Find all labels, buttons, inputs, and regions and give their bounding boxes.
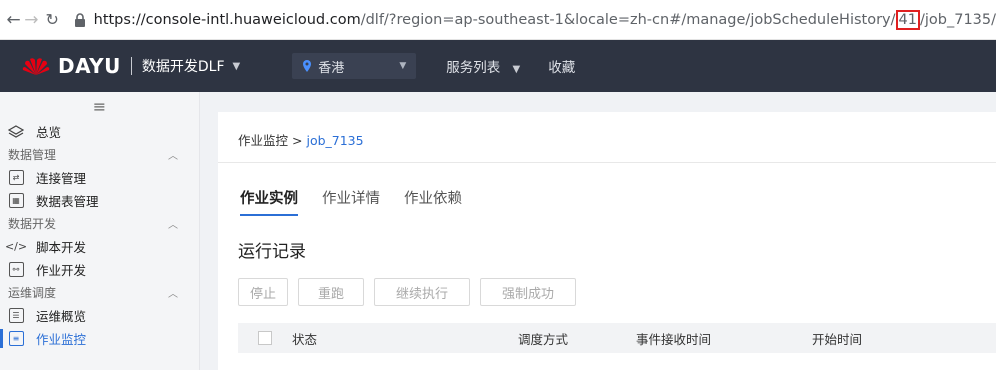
monitor-icon: ≡ [8, 331, 24, 347]
sidebar-item-label: 总览 [36, 125, 62, 140]
back-arrow-icon[interactable]: ← [6, 9, 21, 31]
sidebar-item-table-management[interactable]: ▦ 数据表管理 [0, 189, 199, 212]
product-switcher[interactable]: 数据开发DLF [142, 56, 225, 76]
list-icon: ☰ [8, 308, 24, 324]
chevron-up-icon: ︿ [168, 289, 178, 300]
region-label: 香港 [318, 60, 345, 76]
rerun-button[interactable]: 重跑 [298, 278, 364, 306]
sidebar-item-label: 连接管理 [36, 171, 87, 186]
sidebar-group-label: 数据管理 [8, 148, 57, 162]
url-host: https://console-intl.huaweicloud.com [93, 11, 361, 28]
column-header-schedule-mode[interactable]: 调度方式 [518, 329, 636, 348]
tab-bar: 作业实例 作业详情 作业依赖 [240, 187, 462, 216]
browser-url-bar: ← → ↻ https://console-intl.huaweicloud.c… [0, 0, 996, 40]
sidebar: ≡ 总览 数据管理 ︿ ⇄ 连接管理 ▦ 数据表管理 数据开发 ︿ </> 脚本… [0, 92, 200, 370]
huawei-logo-icon [22, 58, 50, 75]
sidebar-item-overview[interactable]: 总览 [0, 120, 199, 143]
tab-job-instances[interactable]: 作业实例 [240, 187, 298, 216]
action-toolbar: 停止 重跑 继续执行 强制成功 [238, 278, 576, 306]
sidebar-group-data-management[interactable]: 数据管理 ︿ [0, 143, 199, 166]
tab-job-details[interactable]: 作业详情 [322, 187, 380, 216]
sidebar-item-ops-overview[interactable]: ☰ 运维概览 [0, 304, 199, 327]
workflow-icon: ⚯ [8, 262, 24, 278]
address-field[interactable]: https://console-intl.huaweicloud.com/dlf… [74, 9, 996, 30]
sidebar-item-connection-management[interactable]: ⇄ 连接管理 [0, 166, 199, 189]
section-title: 运行记录 [238, 242, 306, 262]
chevron-down-icon[interactable]: ▼ [233, 61, 241, 72]
breadcrumb-parent-link[interactable]: 作业监控 [238, 133, 288, 148]
brand-divider [130, 57, 132, 75]
chevron-down-icon: ▼ [512, 64, 521, 75]
forward-arrow-icon[interactable]: → [24, 9, 39, 31]
sidebar-item-job-development[interactable]: ⚯ 作业开发 [0, 258, 199, 281]
chevron-down-icon: ▼ [399, 61, 407, 71]
select-all-checkbox[interactable] [258, 331, 272, 345]
chevron-up-icon: ︿ [168, 151, 178, 162]
breadcrumb-current: job_7135 [306, 133, 364, 148]
url-path-tail: /job_7135/ [919, 11, 996, 28]
content-card: 作业监控 > job_7135 作业实例 作业详情 作业依赖 运行记录 停止 重… [218, 112, 996, 370]
breadcrumb-separator: > [292, 133, 303, 148]
top-app-bar: DAYU 数据开发DLF ▼ 香港 ▼ 服务列表 ▼ 收藏 [0, 40, 996, 92]
url-highlight-box: 41 [895, 9, 920, 30]
sidebar-group-ops-scheduling[interactable]: 运维调度 ︿ [0, 281, 199, 304]
sidebar-item-label: 运维概览 [36, 309, 87, 324]
sidebar-group-label: 数据开发 [8, 217, 57, 231]
tab-job-dependencies[interactable]: 作业依赖 [404, 187, 462, 216]
services-menu[interactable]: 服务列表 ▼ [446, 56, 520, 76]
column-header-status[interactable]: 状态 [292, 329, 518, 348]
continue-button[interactable]: 继续执行 [374, 278, 470, 306]
reload-icon[interactable]: ↻ [45, 9, 60, 31]
menu-toggle-icon[interactable]: ≡ [0, 92, 199, 120]
force-success-button[interactable]: 强制成功 [480, 278, 576, 306]
url-path: /dlf/?region=ap-southeast-1&locale=zh-cn… [360, 11, 896, 28]
chevron-up-icon: ︿ [168, 220, 178, 231]
stop-button[interactable]: 停止 [238, 278, 288, 306]
code-icon: </> [4, 240, 28, 253]
sidebar-item-script-development[interactable]: </> 脚本开发 [0, 235, 199, 258]
column-header-start-time[interactable]: 开始时间 [812, 329, 972, 348]
connection-icon: ⇄ [8, 170, 24, 186]
sidebar-item-label: 作业监控 [36, 332, 87, 347]
sidebar-group-label: 运维调度 [8, 286, 57, 300]
sidebar-item-label: 作业开发 [36, 263, 87, 278]
brand-name: DAYU [58, 54, 121, 78]
favorites-menu[interactable]: 收藏 [548, 56, 575, 76]
table-icon: ▦ [8, 193, 24, 209]
table-header: 状态 调度方式 事件接收时间 开始时间 [238, 323, 996, 353]
main-content: 作业监控 > job_7135 作业实例 作业详情 作业依赖 运行记录 停止 重… [200, 92, 996, 370]
divider [218, 162, 996, 163]
sidebar-item-job-monitoring[interactable]: ≡ 作业监控 [0, 327, 199, 350]
sidebar-item-label: 数据表管理 [36, 194, 99, 209]
region-selector[interactable]: 香港 ▼ [292, 53, 417, 79]
column-header-event-received-time[interactable]: 事件接收时间 [636, 329, 812, 348]
sidebar-item-label: 脚本开发 [36, 240, 87, 255]
sidebar-group-data-development[interactable]: 数据开发 ︿ [0, 212, 199, 235]
breadcrumb: 作业监控 > job_7135 [238, 130, 364, 149]
lock-icon [74, 12, 85, 27]
location-pin-icon [303, 60, 312, 72]
services-label: 服务列表 [446, 60, 501, 76]
layers-icon [8, 124, 24, 140]
